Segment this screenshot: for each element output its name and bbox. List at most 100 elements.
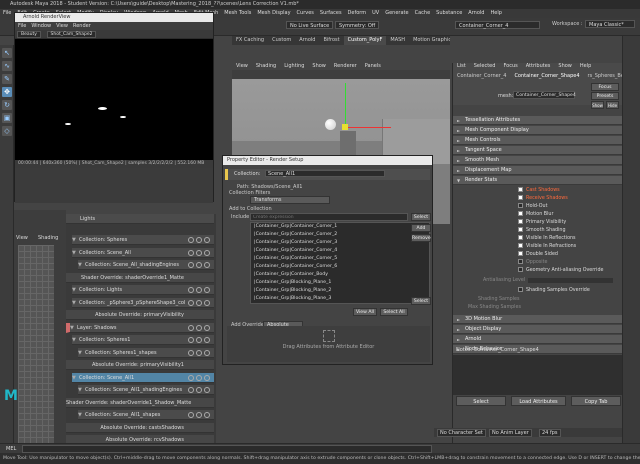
viewport-menu-show[interactable]: Show: [312, 63, 326, 69]
collection-row[interactable]: ▼ Collection: Scene_All1: [72, 372, 214, 383]
collection-member-item[interactable]: |Container_Grp|Container_Corner_6: [251, 263, 429, 271]
remove-member-button[interactable]: Remove: [411, 234, 431, 242]
render-stat-checkbox[interactable]: Smooth Shading: [518, 227, 566, 235]
expand-arrow-icon[interactable]: ▼: [72, 373, 79, 383]
expand-arrow-icon[interactable]: ▼: [78, 385, 85, 395]
enable-icon[interactable]: [196, 287, 202, 293]
menu-mesh-tools[interactable]: Mesh Tools: [224, 10, 251, 16]
visibility-icon[interactable]: [188, 249, 194, 256]
script-language-label[interactable]: MEL: [6, 445, 16, 453]
isolate-icon[interactable]: [204, 349, 210, 356]
node-tab[interactable]: rs_Spheres_Beauty: [584, 72, 623, 81]
enable-icon[interactable]: [196, 349, 202, 356]
section-tessellation-attributes[interactable]: Tessellation Attributes: [453, 116, 623, 125]
renderview-menu-view[interactable]: View: [56, 23, 68, 29]
collection-member-item[interactable]: |Container_Grp|Blocking_Plane_2: [251, 287, 429, 295]
section-object-display[interactable]: Object Display: [453, 325, 623, 334]
viewport-menu-renderer[interactable]: Renderer: [334, 63, 357, 69]
include-expression-input[interactable]: [250, 213, 408, 221]
isolate-icon[interactable]: [204, 262, 210, 268]
checkbox-icon[interactable]: [518, 187, 523, 192]
override-row[interactable]: Absolute Override: primaryVisibility: [66, 310, 214, 320]
enable-icon[interactable]: [196, 299, 202, 306]
symmetry-dropdown[interactable]: Symmetry: Off: [335, 21, 380, 29]
anim-layer-dropdown[interactable]: No Anim Layer: [489, 429, 532, 437]
object-name-field[interactable]: Container_Corner_4: [455, 21, 540, 29]
panel-tab-shading[interactable]: Shading: [38, 235, 58, 241]
display-dropdown[interactable]: Beauty: [17, 31, 41, 38]
override-row[interactable]: Shader Override: shaderOverride1_Shadow_…: [66, 397, 214, 408]
shelf-tab-mash[interactable]: MASH: [386, 36, 409, 45]
menu-curves[interactable]: Curves: [297, 10, 314, 16]
menu-uv[interactable]: UV: [372, 10, 379, 16]
expand-arrow-icon[interactable]: ▼: [78, 348, 85, 358]
section-mesh-controls[interactable]: Mesh Controls: [453, 136, 623, 145]
section-arnold[interactable]: Arnold: [453, 335, 623, 344]
shading-samples-override-checkbox[interactable]: Shading Samples Override: [518, 287, 590, 295]
enable-icon[interactable]: [196, 387, 202, 393]
ae-menu-help[interactable]: Help: [580, 63, 591, 69]
render-stat-checkbox[interactable]: Visible In Refractions: [518, 243, 576, 251]
ae-menu-focus[interactable]: Focus: [503, 63, 517, 69]
override-row[interactable]: Shader Override: shaderOverride1_Matte: [66, 272, 214, 283]
checkbox-icon[interactable]: [518, 259, 523, 264]
expand-arrow-icon[interactable]: ▼: [78, 260, 85, 270]
visibility-icon[interactable]: [188, 412, 194, 418]
isolate-icon[interactable]: [204, 324, 210, 331]
ae-menu-show[interactable]: Show: [558, 63, 572, 69]
checkbox-icon[interactable]: [518, 243, 523, 248]
expand-arrow-icon[interactable]: ▼: [72, 248, 79, 258]
visibility-icon[interactable]: [188, 349, 194, 356]
ae-menu-attributes[interactable]: Attributes: [526, 63, 551, 69]
shelf-tab-custom[interactable]: Custom: [268, 36, 295, 45]
section-displacement-map[interactable]: Displacement Map: [453, 166, 623, 175]
renderview-menu-render[interactable]: Render: [73, 23, 91, 29]
collection-member-item[interactable]: |Container_Grp|Blocking_Plane_3: [251, 295, 429, 303]
collection-filter-dropdown[interactable]: Transforms: [250, 196, 330, 204]
collection-row[interactable]: ▼ Collection: Lights: [72, 285, 214, 295]
collection-row[interactable]: ▼ Collection: Scene_All: [72, 247, 214, 258]
lasso-tool-icon[interactable]: ∿: [2, 61, 12, 71]
render-stat-checkbox[interactable]: Double Sided: [518, 251, 558, 259]
visibility-icon[interactable]: [188, 299, 194, 306]
collection-name-field[interactable]: Scene_All1: [265, 170, 386, 177]
fps-dropdown[interactable]: 24 fps: [539, 429, 561, 437]
view-all-button[interactable]: View All: [353, 308, 377, 316]
isolate-icon[interactable]: [204, 374, 210, 381]
container-corner[interactable]: [340, 131, 356, 156]
ae-menu-list[interactable]: List: [457, 63, 466, 69]
render-stat-checkbox[interactable]: Opposite: [518, 259, 547, 267]
menu-mesh-display[interactable]: Mesh Display: [257, 10, 290, 16]
character-set-dropdown[interactable]: No Character Set: [437, 429, 486, 437]
node-tab[interactable]: Container_Corner_Shape4: [510, 72, 584, 81]
checkbox-icon[interactable]: [518, 211, 523, 216]
notes-field[interactable]: [453, 355, 623, 395]
menu-surfaces[interactable]: Surfaces: [320, 10, 342, 16]
collection-member-item[interactable]: |Container_Grp|Container_Corner_5: [251, 255, 429, 263]
collection-member-item[interactable]: |Container_Grp|Container_Corner_2: [251, 231, 429, 239]
collection-member-item[interactable]: |Container_Grp|Container_Corner_4: [251, 247, 429, 255]
panel-tab-view[interactable]: View: [16, 235, 28, 241]
scale-tool-icon[interactable]: ▣: [2, 113, 12, 123]
isolate-icon[interactable]: [204, 299, 210, 306]
viewport-menu-panels[interactable]: Panels: [365, 63, 381, 69]
shelf-tab-custom-polyf[interactable]: Custom_PolyF: [343, 36, 387, 45]
move-manipulator-y-axis[interactable]: [345, 83, 346, 129]
members-select-button[interactable]: Select: [411, 297, 431, 305]
collection-row[interactable]: ▼ Collection: Spheres1: [72, 335, 214, 345]
render-stat-checkbox[interactable]: Visible In Reflections: [518, 235, 576, 243]
ae-menu-selected[interactable]: Selected: [474, 63, 496, 69]
render-stat-checkbox[interactable]: Geometry Anti-aliasing Override: [518, 267, 603, 275]
camera-dropdown[interactable]: Shot_Cam_Shape2: [46, 31, 97, 38]
collection-row[interactable]: ▼ Collection: Spheres1_shapes: [78, 347, 214, 358]
live-surface-field[interactable]: No Live Surface: [286, 21, 334, 29]
render-stat-checkbox[interactable]: Primary Visibility: [518, 219, 566, 227]
include-select-button[interactable]: Select: [411, 213, 431, 221]
enable-icon[interactable]: [196, 337, 202, 343]
collection-member-item[interactable]: |Container_Grp|Container_Body: [251, 271, 429, 279]
checkbox-icon[interactable]: [518, 227, 523, 232]
ae-select-button[interactable]: Select: [456, 396, 506, 406]
render-stat-checkbox[interactable]: Hold-Out: [518, 203, 547, 211]
visibility-icon[interactable]: [188, 237, 194, 243]
enable-icon[interactable]: [196, 249, 202, 256]
